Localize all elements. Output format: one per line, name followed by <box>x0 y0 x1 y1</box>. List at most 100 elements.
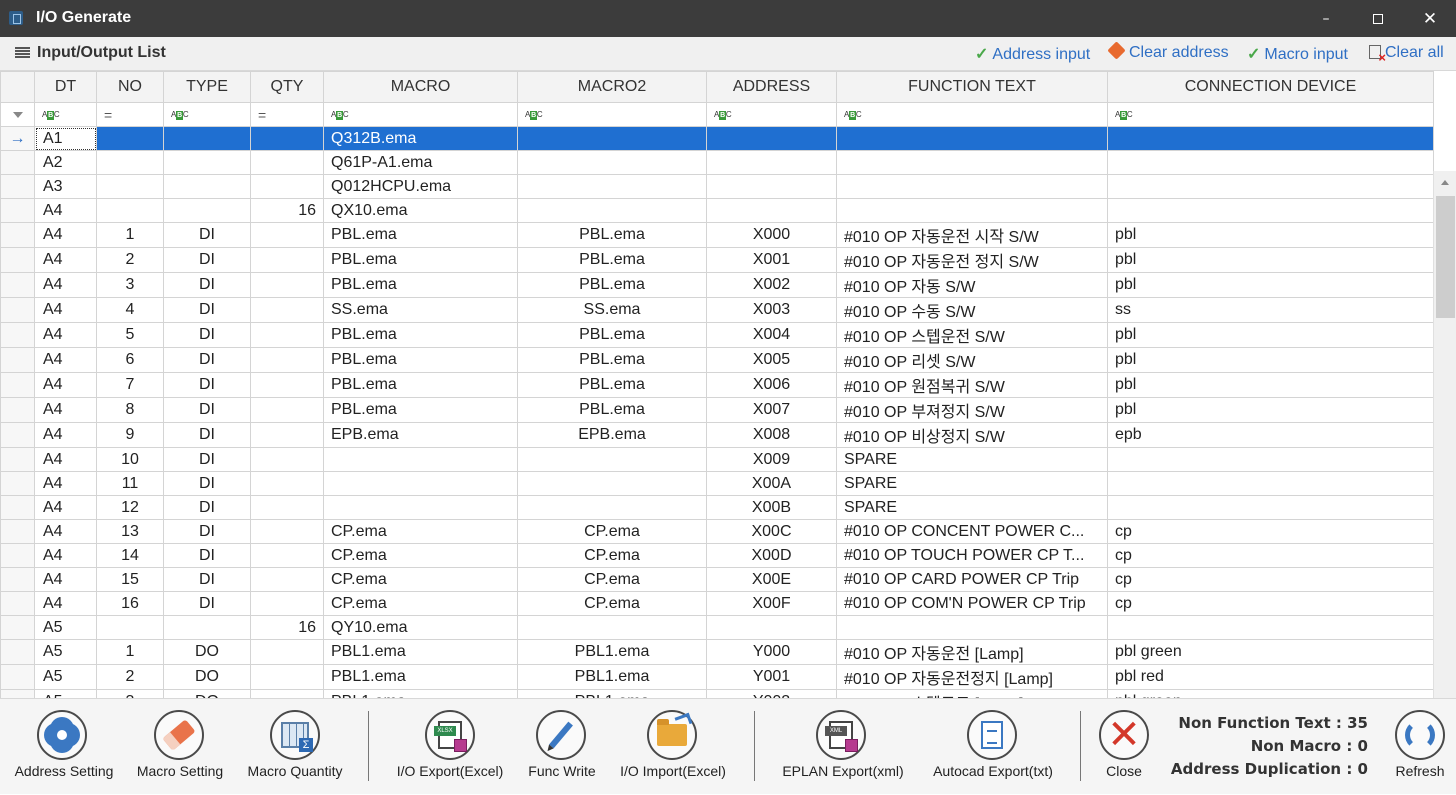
cell-connection-device[interactable] <box>1107 447 1434 472</box>
cell-no[interactable]: 10 <box>96 447 164 472</box>
row-indicator[interactable] <box>0 372 35 398</box>
cell-function-text[interactable]: #010 OP TOUCH POWER CP T... <box>836 543 1108 568</box>
cell-qty[interactable]: 16 <box>250 198 324 223</box>
cell-function-text[interactable]: SPARE <box>836 471 1108 496</box>
cell-macro2[interactable]: PBL.ema <box>517 272 707 298</box>
current-row-arrow-icon[interactable]: → <box>0 126 35 151</box>
cell-connection-device[interactable] <box>1107 495 1434 520</box>
cell-macro[interactable]: PBL1.ema <box>323 639 518 665</box>
cell-no[interactable]: 7 <box>96 372 164 398</box>
cell-type[interactable] <box>163 198 251 223</box>
cell-dt[interactable]: A4 <box>34 322 97 348</box>
column-filter[interactable]: ABC <box>34 102 97 127</box>
cell-address[interactable]: Y002 <box>706 689 837 698</box>
cell-dt[interactable]: A5 <box>34 664 97 690</box>
cell-address[interactable] <box>706 174 837 199</box>
cell-macro[interactable]: PBL.ema <box>323 397 518 423</box>
row-indicator[interactable] <box>0 471 35 496</box>
cell-address[interactable]: X001 <box>706 247 837 273</box>
cell-connection-device[interactable] <box>1107 471 1434 496</box>
cell-macro[interactable]: CP.ema <box>323 543 518 568</box>
cell-qty[interactable] <box>250 247 324 273</box>
cell-type[interactable] <box>163 126 251 151</box>
cell-function-text[interactable]: SPARE <box>836 447 1108 472</box>
cell-type[interactable]: DO <box>163 664 251 690</box>
cell-dt[interactable]: A5 <box>34 615 97 640</box>
table-row[interactable]: A4 15 DI CP.ema CP.ema X00E #010 OP CARD POWER… <box>0 567 1434 592</box>
cell-dt[interactable]: A4 <box>34 222 97 248</box>
cell-macro2[interactable]: CP.ema <box>517 543 707 568</box>
table-row[interactable]: A4 4 DI SS.ema SS.ema X003 #010 OP 수동 S/W ss <box>0 297 1434 323</box>
cell-connection-device[interactable]: pbl <box>1107 272 1434 298</box>
row-indicator[interactable] <box>0 397 35 423</box>
cell-function-text[interactable]: #010 OP 리셋 S/W <box>836 347 1108 373</box>
table-row[interactable]: A4 16 QX10.ema <box>0 198 1434 223</box>
cell-macro2[interactable] <box>517 150 707 175</box>
row-indicator[interactable] <box>0 272 35 298</box>
row-indicator[interactable] <box>0 150 35 175</box>
cell-macro[interactable]: PBL.ema <box>323 272 518 298</box>
cell-connection-device[interactable]: pbl green <box>1107 689 1434 698</box>
table-row[interactable]: A4 9 DI EPB.ema EPB.ema X008 #010 OP 비상정지 S/W e… <box>0 422 1434 448</box>
cell-dt[interactable]: A3 <box>34 174 97 199</box>
cell-function-text[interactable]: SPARE <box>836 495 1108 520</box>
cell-address[interactable] <box>706 126 837 151</box>
cell-function-text[interactable]: #010 OP 자동운전 정지 S/W <box>836 247 1108 273</box>
cell-address[interactable]: X004 <box>706 322 837 348</box>
cell-macro2[interactable]: PBL.ema <box>517 372 707 398</box>
cell-connection-device[interactable] <box>1107 174 1434 199</box>
cell-dt[interactable]: A4 <box>34 495 97 520</box>
table-row[interactable]: A4 6 DI PBL.ema PBL.ema X005 #010 OP 리셋 S/W pbl <box>0 347 1434 373</box>
cell-address[interactable] <box>706 150 837 175</box>
cell-no[interactable]: 14 <box>96 543 164 568</box>
row-indicator[interactable] <box>0 543 35 568</box>
cell-address[interactable]: X007 <box>706 397 837 423</box>
cell-address[interactable]: X008 <box>706 422 837 448</box>
row-indicator[interactable] <box>0 495 35 520</box>
row-indicator[interactable] <box>0 422 35 448</box>
table-row[interactable]: A5 1 DO PBL1.ema PBL1.ema Y000 #010 OP 자동운전 [L… <box>0 639 1434 665</box>
cell-function-text[interactable]: #010 OP 자동 S/W <box>836 272 1108 298</box>
cell-no[interactable]: 9 <box>96 422 164 448</box>
cell-macro[interactable]: EPB.ema <box>323 422 518 448</box>
cell-macro2[interactable]: CP.ema <box>517 567 707 592</box>
cell-function-text[interactable]: #010 OP 스텝운전 S/W <box>836 322 1108 348</box>
table-row[interactable]: A5 2 DO PBL1.ema PBL1.ema Y001 #010 OP 자동운전정지 … <box>0 664 1434 690</box>
column-header[interactable]: ADDRESS <box>706 71 837 103</box>
cell-function-text[interactable] <box>836 150 1108 175</box>
table-row[interactable]: A3 Q012HCPU.ema <box>0 174 1434 199</box>
cell-connection-device[interactable]: pbl <box>1107 372 1434 398</box>
cell-macro[interactable]: PBL1.ema <box>323 664 518 690</box>
cell-type[interactable]: DI <box>163 447 251 472</box>
cell-function-text[interactable]: #010 OP 자동운전 시작 S/W <box>836 222 1108 248</box>
cell-type[interactable]: DI <box>163 372 251 398</box>
cell-dt[interactable]: A5 <box>34 639 97 665</box>
cell-no[interactable]: 2 <box>96 664 164 690</box>
column-filter[interactable]: ABC <box>1107 102 1434 127</box>
vertical-scrollbar[interactable] <box>1433 171 1456 698</box>
cell-no[interactable]: 6 <box>96 347 164 373</box>
cell-qty[interactable] <box>250 471 324 496</box>
cell-qty[interactable] <box>250 347 324 373</box>
column-header[interactable]: NO <box>96 71 164 103</box>
cell-dt[interactable]: A4 <box>34 422 97 448</box>
cell-connection-device[interactable] <box>1107 615 1434 640</box>
cell-type[interactable] <box>163 174 251 199</box>
table-row[interactable]: A4 1 DI PBL.ema PBL.ema X000 #010 OP 자동운전 시작 S… <box>0 222 1434 248</box>
cell-connection-device[interactable]: cp <box>1107 567 1434 592</box>
row-indicator[interactable] <box>0 447 35 472</box>
cell-no[interactable] <box>96 615 164 640</box>
cell-no[interactable]: 3 <box>96 689 164 698</box>
cell-dt[interactable]: A4 <box>34 247 97 273</box>
cell-type[interactable]: DI <box>163 543 251 568</box>
cell-dt[interactable]: A4 <box>34 372 97 398</box>
cell-connection-device[interactable]: cp <box>1107 519 1434 544</box>
cell-no[interactable]: 2 <box>96 247 164 273</box>
cell-macro2[interactable] <box>517 126 707 151</box>
cell-type[interactable]: DO <box>163 639 251 665</box>
cell-macro[interactable]: PBL1.ema <box>323 689 518 698</box>
cell-dt[interactable]: A4 <box>34 519 97 544</box>
cell-address[interactable]: X00A <box>706 471 837 496</box>
cell-macro2[interactable]: CP.ema <box>517 519 707 544</box>
row-indicator[interactable] <box>0 567 35 592</box>
